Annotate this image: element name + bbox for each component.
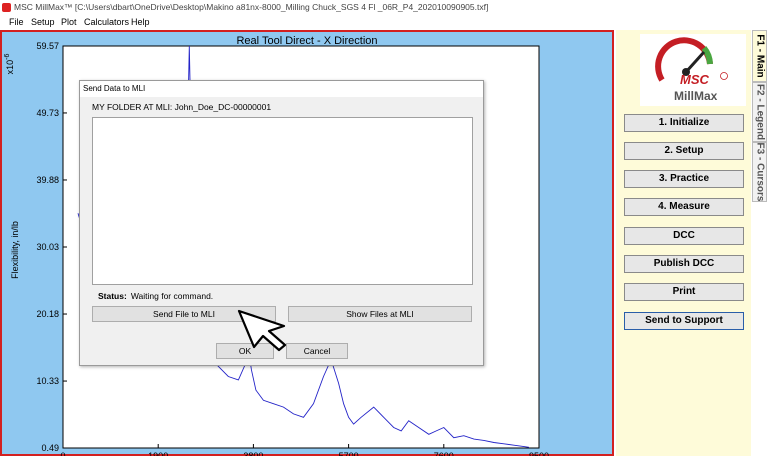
y-tick-label: 39.88 — [36, 175, 59, 185]
tab-main-label: F1 - Main — [754, 34, 765, 78]
x-tick-label: 3800 — [243, 451, 263, 456]
tab-legend[interactable]: F2 - Legend — [752, 82, 767, 142]
logo-msc: MSC — [680, 72, 710, 87]
y-axis-label: Flexibility, in/lb — [10, 221, 20, 279]
y-tick-label: 20.18 — [36, 309, 59, 319]
file-list[interactable] — [92, 117, 473, 285]
x-tick-label: 7600 — [434, 451, 454, 456]
logo-millmax: MillMax — [674, 89, 718, 103]
publish-dcc-button[interactable]: Publish DCC — [624, 255, 744, 273]
y-tick-label: 30.03 — [36, 242, 59, 252]
x-tick-label: 9500 — [529, 451, 549, 456]
chart-title: Real Tool Direct - X Direction — [236, 35, 377, 47]
practice-button[interactable]: 3. Practice — [624, 170, 744, 188]
tab-main[interactable]: F1 - Main — [752, 30, 767, 82]
status-row: Status: Waiting for command. — [98, 291, 213, 301]
print-button[interactable]: Print — [624, 283, 744, 301]
tab-cursors[interactable]: F3 - Cursors — [752, 142, 767, 202]
y-multiplier: x10-6 — [4, 54, 15, 75]
send-to-support-button[interactable]: Send to Support — [624, 312, 744, 330]
mouse-pointer-icon — [237, 309, 287, 352]
status-value: Waiting for command. — [130, 291, 214, 301]
x-tick-label: 1900 — [148, 451, 168, 456]
show-files-button[interactable]: Show Files at MLI — [288, 306, 472, 322]
y-tick-label: 49.73 — [36, 108, 59, 118]
setup-button[interactable]: 2. Setup — [624, 142, 744, 160]
dcc-button[interactable]: DCC — [624, 227, 744, 245]
y-tick-label: 59.57 — [36, 41, 59, 51]
y-tick-label: 10.33 — [36, 376, 59, 386]
msc-millmax-logo: MSC MillMax — [640, 34, 746, 106]
tab-cursors-label: F3 - Cursors — [754, 142, 765, 202]
gauge-icon: MSC MillMax — [655, 37, 728, 103]
dialog-title: Send Data to MLI — [80, 81, 483, 97]
measure-button[interactable]: 4. Measure — [624, 198, 744, 216]
status-label: Status: — [98, 291, 127, 301]
y-tick-label: 0.49 — [41, 443, 59, 453]
x-tick-label: 0 — [60, 451, 65, 456]
tab-legend-label: F2 - Legend — [754, 83, 765, 141]
cancel-button[interactable]: Cancel — [286, 343, 348, 359]
initialize-button[interactable]: 1. Initialize — [624, 114, 744, 132]
x-tick-label: 5700 — [339, 451, 359, 456]
folder-label: MY FOLDER AT MLI: John_Doe_DC-00000001 — [92, 102, 272, 112]
